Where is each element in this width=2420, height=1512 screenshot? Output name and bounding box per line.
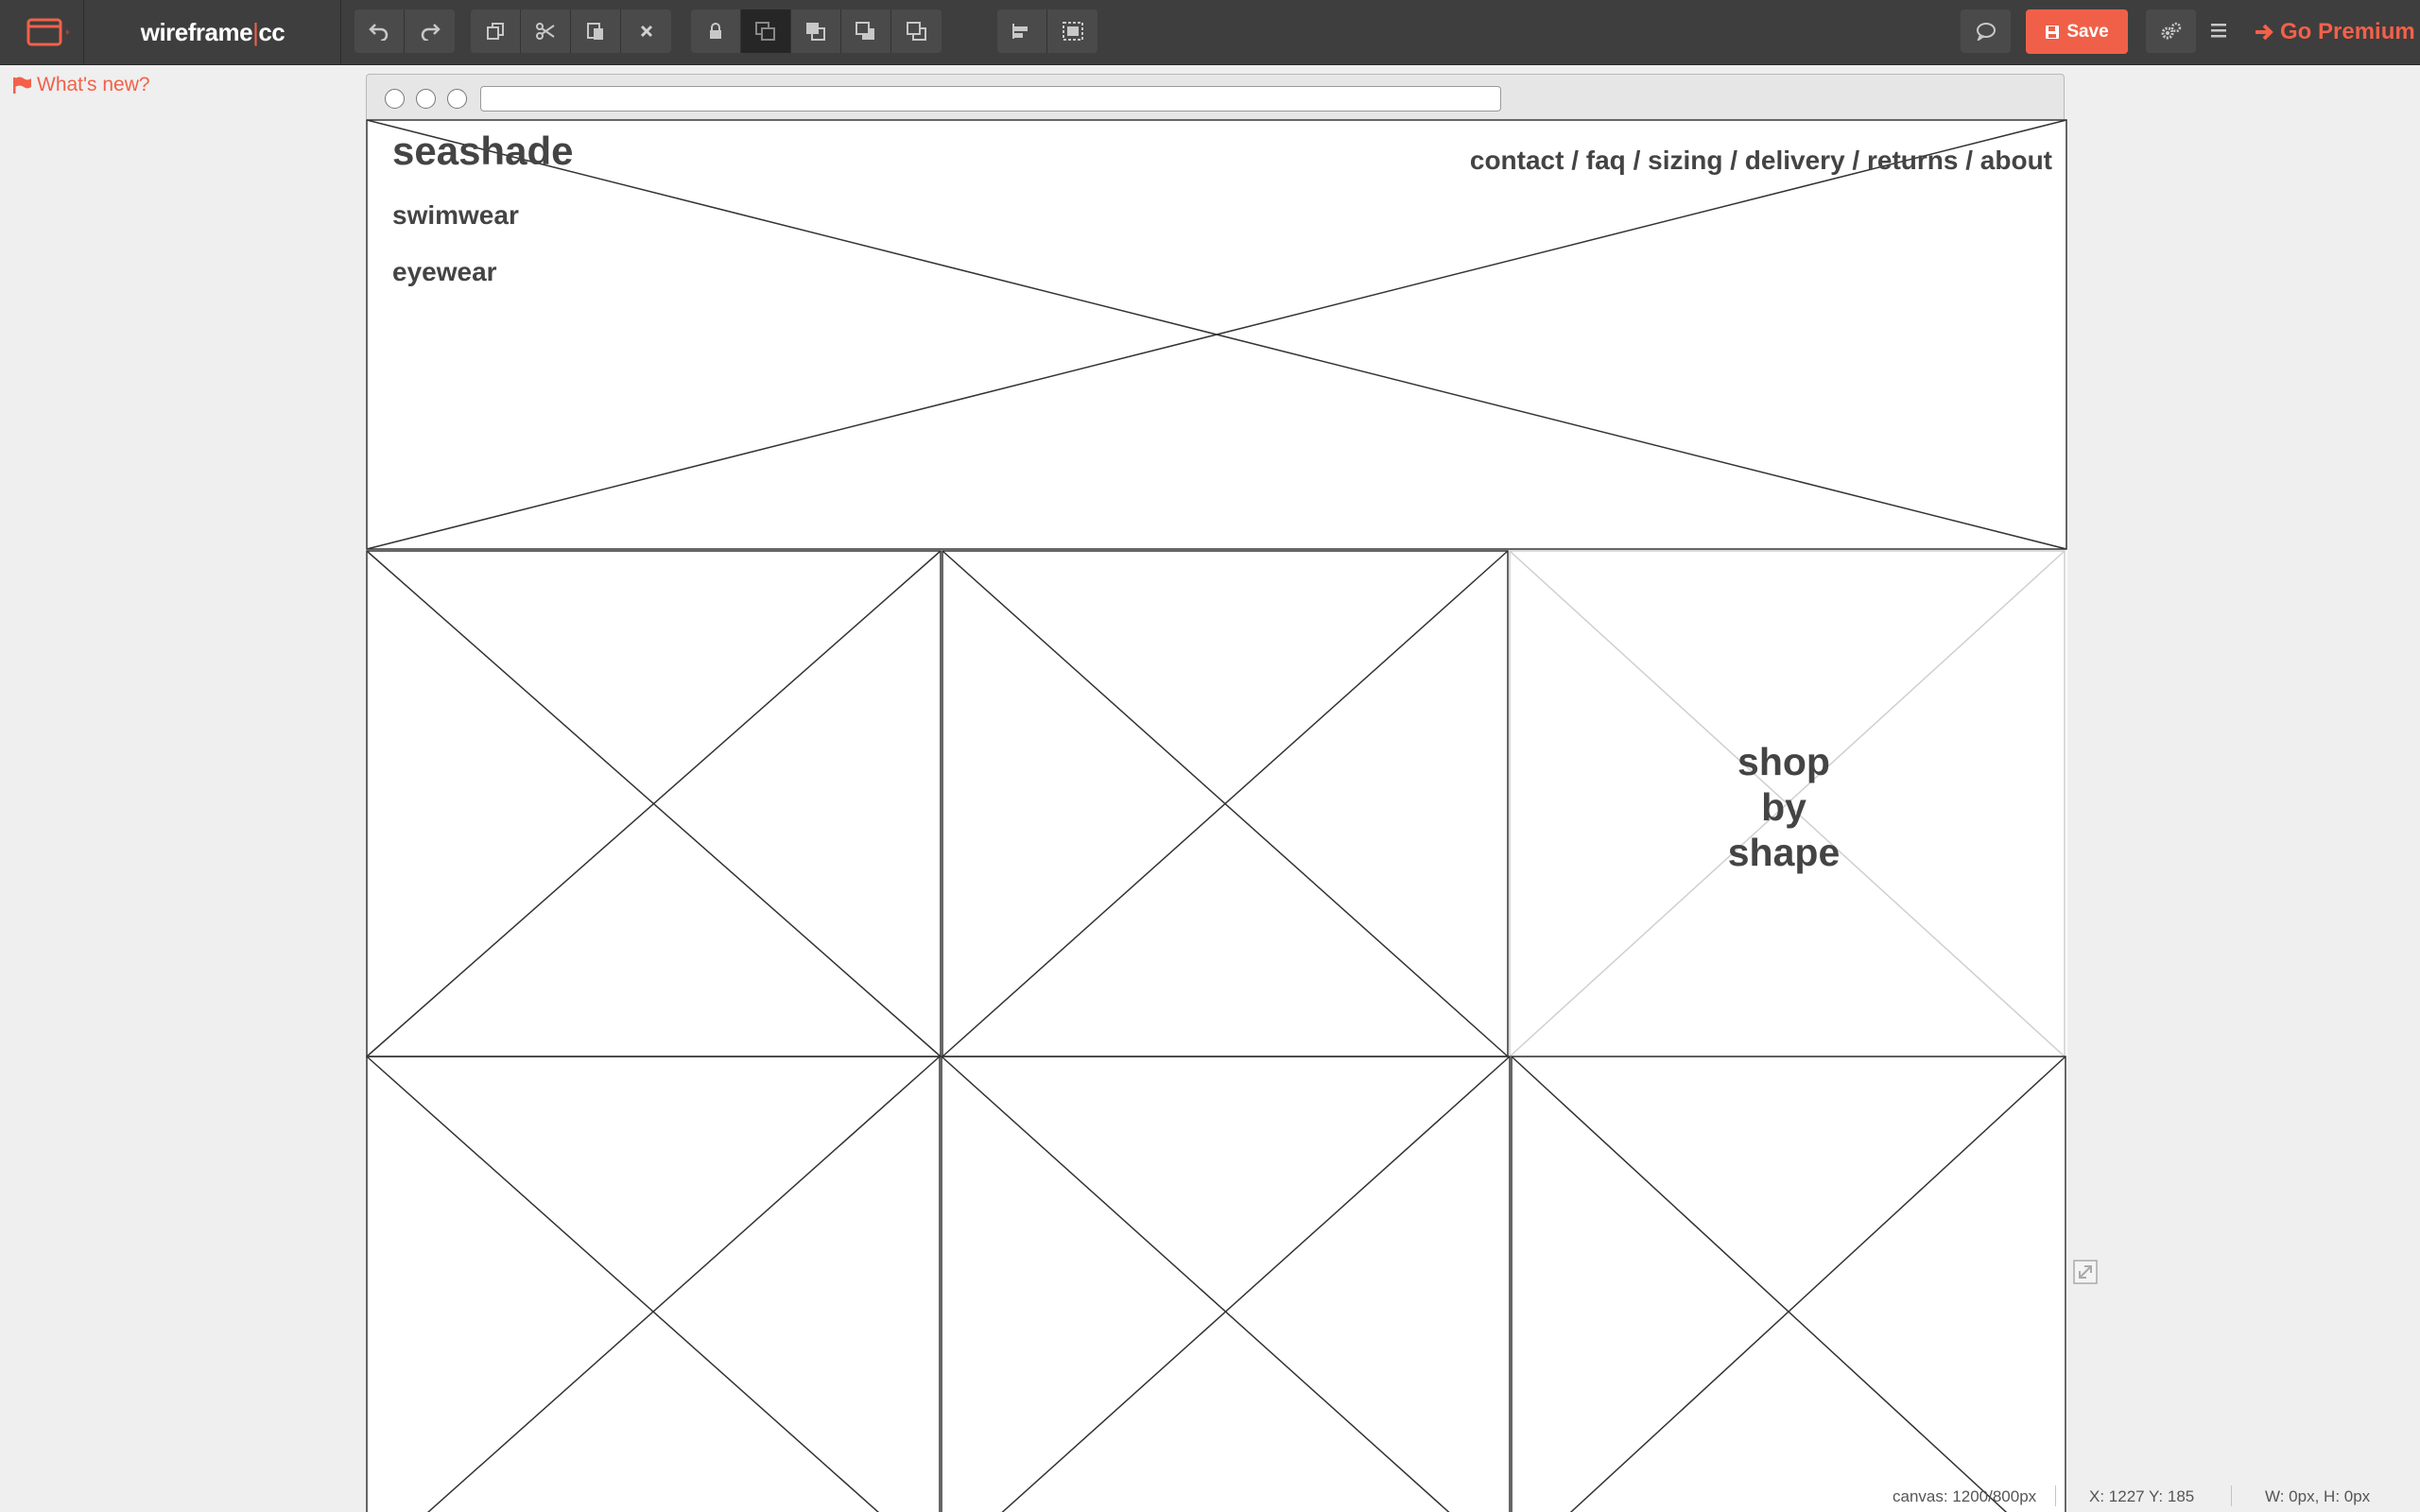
resize-canvas-icon[interactable] (2073, 1260, 2098, 1284)
shop-label-line-1: shop (1737, 740, 1830, 783)
shop-label-line-2: by (1761, 785, 1806, 829)
lock-button[interactable] (691, 9, 741, 53)
whats-new-link[interactable]: What's new? (12, 74, 150, 96)
wireframe-canvas[interactable]: seashade swimwear eyewear contact / faq … (366, 119, 2067, 1512)
send-to-back-icon (906, 22, 926, 41)
floppy-disk-icon (2046, 25, 2060, 39)
bring-to-front-button[interactable] (741, 9, 791, 53)
cut-button[interactable] (521, 9, 571, 53)
paste-button[interactable] (571, 9, 621, 53)
save-label: Save (2066, 21, 2109, 42)
window-dot-maximize (447, 89, 467, 109)
status-divider (2231, 1486, 2232, 1506)
whats-new-label: What's new? (37, 74, 150, 95)
go-premium-label: Go Premium (2280, 19, 2415, 44)
comments-group (1961, 9, 2011, 53)
redo-button[interactable] (405, 9, 455, 53)
redo-icon (421, 24, 441, 41)
delete-button[interactable] (621, 9, 671, 53)
wireframe-logo-text[interactable]: seashade (392, 129, 573, 174)
selection-size-status: W: 0px, H: 0px (2265, 1487, 2371, 1505)
align-icon (1012, 24, 1028, 39)
duplicate-button[interactable] (471, 9, 521, 53)
browser-frame-header (366, 74, 2065, 119)
duplicate-icon (487, 23, 504, 40)
paste-icon (587, 23, 603, 40)
wireframe-nav-swimwear[interactable]: swimwear (392, 200, 519, 231)
save-button[interactable]: Save (2026, 9, 2128, 54)
status-divider (2055, 1486, 2056, 1506)
group-icon (1062, 22, 1083, 41)
send-to-back-button[interactable] (891, 9, 942, 53)
brand-main: wireframe (140, 18, 253, 46)
comment-button[interactable] (1961, 9, 2011, 53)
bring-forward-icon (806, 23, 825, 41)
app-menu-button[interactable] (0, 0, 84, 64)
align-button[interactable] (997, 9, 1047, 53)
close-icon (640, 25, 652, 38)
window-icon (26, 18, 70, 46)
arrow-right-icon (2256, 24, 2273, 41)
scissors-icon (536, 23, 555, 40)
comment-icon (1976, 23, 1996, 41)
wireframe-top-links[interactable]: contact / faq / sizing / delivery / retu… (1470, 146, 2052, 176)
settings-button[interactable] (2146, 9, 2196, 53)
shop-label-line-3: shape (1727, 831, 1841, 874)
send-backward-icon (856, 22, 874, 40)
history-group (354, 9, 455, 53)
group-controls (997, 9, 1098, 53)
arrange-group (691, 9, 942, 53)
bring-to-front-icon (755, 22, 775, 41)
settings-group (2146, 9, 2196, 53)
canvas-size-status: canvas: 1200/800px (1893, 1487, 2037, 1505)
go-premium-link[interactable]: Go Premium (2254, 0, 2415, 64)
cursor-coordinates-status: X: 1227 Y: 185 (2089, 1487, 2195, 1505)
brand-suffix: cc (258, 18, 285, 46)
shop-by-shape-label[interactable]: shop by shape (1642, 739, 1926, 875)
app-brand: wireframe|cc (85, 0, 341, 64)
undo-button[interactable] (354, 9, 405, 53)
group-button[interactable] (1047, 9, 1098, 53)
top-toolbar: wireframe|cc Save Go Premium (0, 0, 2420, 65)
browser-url-bar[interactable] (480, 86, 1501, 112)
flag-icon (13, 77, 31, 94)
send-backward-button[interactable] (841, 9, 891, 53)
window-dot-close (385, 89, 405, 109)
hamburger-menu-icon[interactable] (2208, 19, 2229, 42)
clipboard-group (471, 9, 671, 53)
window-dot-minimize (416, 89, 436, 109)
bring-forward-button[interactable] (791, 9, 841, 53)
undo-icon (369, 24, 389, 41)
wireframe-nav-eyewear[interactable]: eyewear (392, 257, 497, 287)
lock-icon (710, 23, 721, 39)
gear-icon (2161, 22, 2181, 40)
